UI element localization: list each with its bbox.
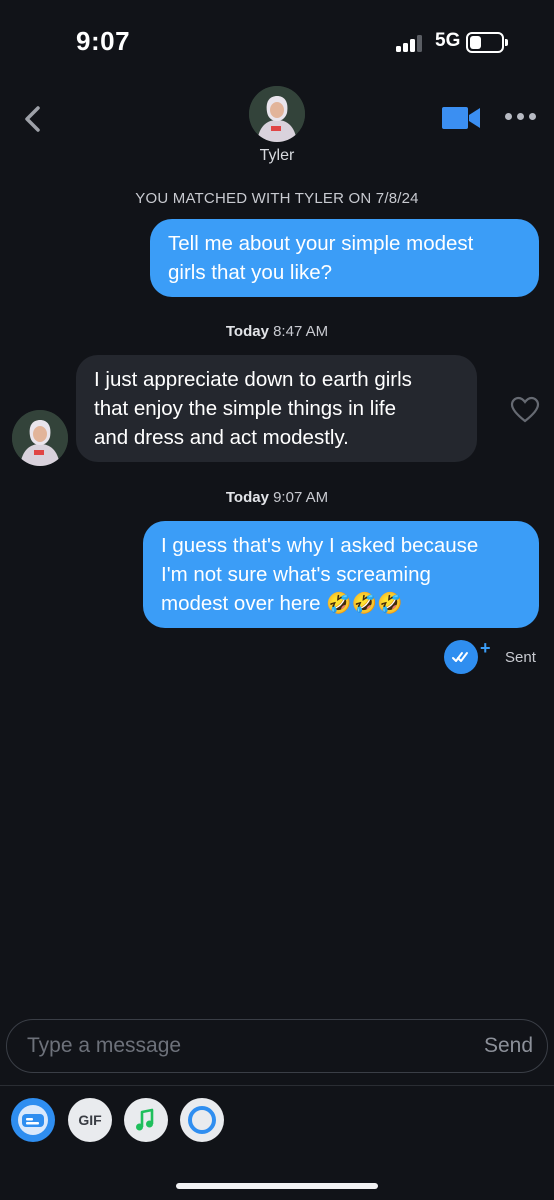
message-line: girls that you like? [168, 261, 333, 284]
plus-icon[interactable]: + [480, 638, 491, 659]
sticker-card-button[interactable] [11, 1098, 55, 1142]
music-button[interactable] [124, 1098, 168, 1142]
back-chevron-icon[interactable] [18, 102, 48, 136]
message-line: I guess that's why I asked because [161, 534, 479, 557]
divider [0, 1085, 554, 1086]
like-heart-icon[interactable] [510, 396, 540, 424]
sender-avatar[interactable] [12, 410, 68, 466]
timestamp: Today 8:47 AM [0, 323, 554, 340]
timestamp-time: 8:47 AM [273, 323, 329, 340]
chat-card-icon [18, 1105, 48, 1135]
status-bar: 9:07 5G [0, 0, 554, 80]
message-bubble-outgoing[interactable]: I guess that's why I asked because I'm n… [143, 521, 539, 628]
message-input[interactable] [27, 1029, 447, 1063]
match-notice: YOU MATCHED WITH TYLER ON 7/8/24 [135, 190, 419, 207]
ring-icon [188, 1106, 216, 1134]
battery-icon [466, 32, 508, 53]
send-button[interactable]: Send [484, 1034, 533, 1058]
contact-name[interactable]: Tyler [0, 147, 554, 165]
message-line: Tell me about your simple modest [168, 232, 474, 255]
message-bubble-incoming[interactable]: I just appreciate down to earth girls th… [76, 355, 477, 462]
network-type: 5G [435, 30, 461, 51]
message-line: that enjoy the simple things in life [94, 397, 396, 420]
timestamp: Today 9:07 AM [0, 489, 554, 506]
camera-moment-button[interactable] [180, 1098, 224, 1142]
signal-strength-icon [396, 34, 424, 52]
gif-button[interactable]: GIF [68, 1098, 112, 1142]
delivery-status: Sent [505, 649, 536, 666]
clock: 9:07 [76, 26, 131, 56]
message-line: modest over here 🤣🤣🤣 [161, 592, 403, 615]
video-call-icon[interactable] [442, 105, 482, 131]
music-note-icon [136, 1108, 154, 1131]
message-bubble-outgoing[interactable]: Tell me about your simple modest girls t… [150, 219, 539, 297]
timestamp-day: Today [225, 489, 269, 506]
timestamp-time: 9:07 AM [273, 489, 329, 506]
message-line: I just appreciate down to earth girls [94, 368, 412, 391]
message-composer: Send [6, 1019, 548, 1073]
timestamp-day: Today [225, 323, 269, 340]
read-receipt-icon[interactable] [444, 640, 478, 674]
more-options-icon[interactable] [505, 110, 539, 122]
message-line: and dress and act modestly. [94, 426, 349, 449]
message-line: I'm not sure what's screaming [161, 563, 431, 586]
chat-header: Tyler [0, 80, 554, 180]
home-indicator [176, 1183, 378, 1189]
contact-avatar[interactable] [249, 86, 305, 142]
